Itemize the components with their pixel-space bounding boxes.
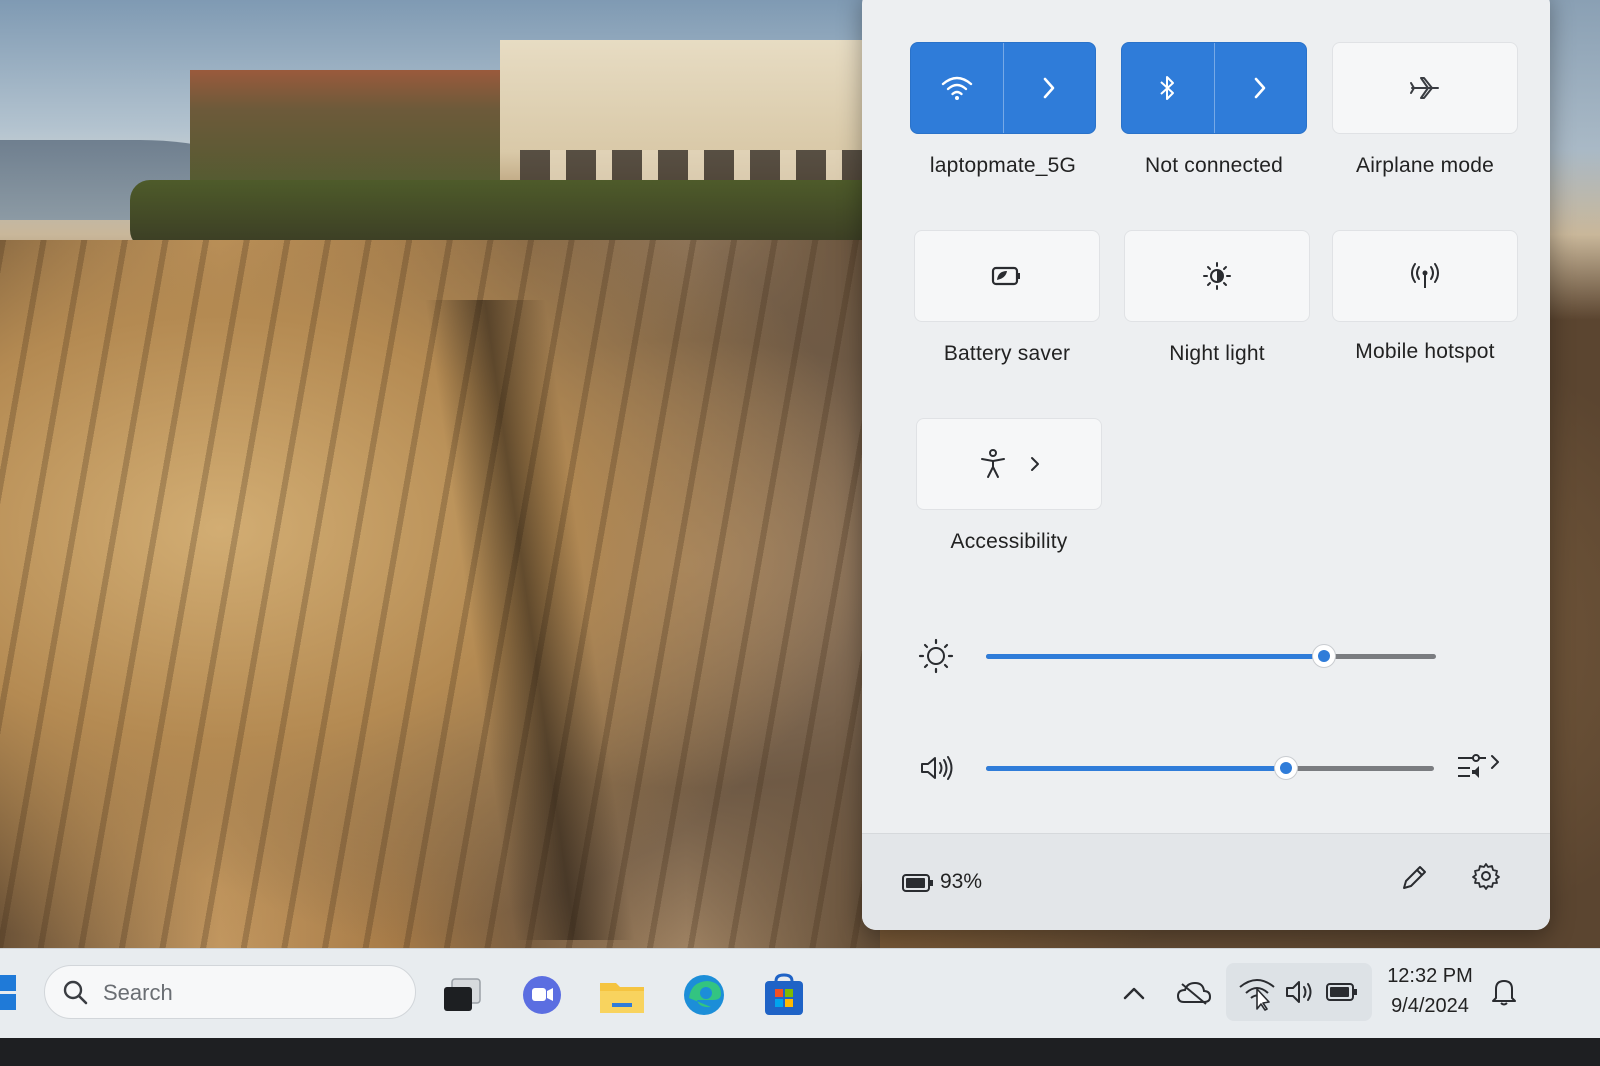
volume-slider-thumb[interactable]: [1274, 756, 1299, 780]
chevron-right-icon: [1252, 76, 1268, 100]
microsoft-store-button[interactable]: [760, 972, 808, 1022]
microsoft-store-icon: [762, 972, 806, 1022]
speaker-icon[interactable]: [916, 748, 956, 788]
quick-settings-panel: laptopmate_5G Not connected Airplane mod…: [862, 0, 1550, 930]
mobile-hotspot-icon: [1409, 261, 1441, 291]
search-icon: [61, 978, 89, 1006]
teams-chat-icon: [520, 973, 564, 1022]
volume-slider-fill: [986, 766, 1287, 771]
clock-date: 9/4/2024: [1391, 995, 1469, 1017]
file-explorer-icon: [598, 975, 646, 1020]
clock-time: 12:32 PM: [1387, 965, 1473, 987]
battery-saver-tile[interactable]: [914, 230, 1100, 322]
wifi-expand-button[interactable]: [1004, 43, 1096, 133]
brightness-icon: [916, 636, 956, 676]
bluetooth-expand-button[interactable]: [1215, 43, 1307, 133]
brightness-slider-row: [862, 636, 1550, 676]
quick-settings-footer: 93%: [862, 833, 1550, 930]
pencil-icon: [1399, 863, 1429, 898]
brightness-slider-fill: [986, 654, 1324, 659]
brightness-slider-track[interactable]: [986, 654, 1436, 659]
volume-slider-track[interactable]: [986, 766, 1434, 771]
gear-icon: [1471, 861, 1501, 896]
bluetooth-tile-label: Not connected: [1144, 154, 1284, 177]
bluetooth-toggle[interactable]: [1122, 43, 1215, 133]
volume-slider-row: [862, 748, 1550, 788]
windows-logo-icon: [0, 975, 22, 1021]
teams-chat-button[interactable]: [518, 973, 566, 1021]
battery-percentage: 93%: [940, 870, 983, 893]
wifi-toggle[interactable]: [911, 43, 1004, 133]
edge-icon: [681, 972, 727, 1023]
brightness-slider-thumb[interactable]: [1311, 644, 1336, 668]
settings-button[interactable]: [1466, 858, 1506, 898]
accessibility-icon: [977, 448, 1009, 480]
volume-mixer-icon: [1456, 750, 1504, 787]
taskbar: Search 12:32 PM 9/4/2024: [0, 948, 1600, 1039]
show-hidden-icons-button[interactable]: [1116, 977, 1152, 1013]
night-light-icon: [1202, 261, 1232, 291]
screen-bezel: [0, 1038, 1600, 1066]
taskbar-clock[interactable]: 12:32 PM 9/4/2024: [1380, 961, 1480, 1021]
battery-saver-label: Battery saver: [943, 342, 1071, 365]
night-light-label: Night light: [1169, 342, 1265, 365]
edge-browser-button[interactable]: [680, 973, 728, 1021]
chevron-right-icon: [1041, 76, 1057, 100]
onedrive-icon: [1176, 980, 1212, 1011]
task-view-button[interactable]: [438, 973, 486, 1021]
taskbar-search-box[interactable]: Search: [44, 965, 416, 1019]
airplane-icon: [1408, 73, 1442, 103]
notification-bell-icon: [1490, 976, 1518, 1011]
bluetooth-icon: [1157, 73, 1179, 103]
start-button[interactable]: [0, 967, 22, 1017]
volume-mixer-button[interactable]: [1454, 750, 1506, 786]
chevron-up-icon: [1122, 985, 1146, 1006]
accessibility-label: Accessibility: [950, 530, 1068, 553]
chevron-right-icon[interactable]: [1029, 455, 1041, 473]
bluetooth-tile[interactable]: [1121, 42, 1307, 134]
task-view-icon: [440, 975, 484, 1020]
volume-icon: [1282, 975, 1318, 1009]
wifi-icon: [1236, 973, 1278, 1013]
airplane-mode-label: Airplane mode: [1355, 154, 1494, 177]
wifi-icon: [940, 74, 974, 102]
search-placeholder: Search: [103, 980, 173, 1005]
mobile-hotspot-tile[interactable]: [1332, 230, 1518, 322]
battery-saver-icon: [989, 263, 1025, 289]
file-explorer-button[interactable]: [598, 973, 646, 1021]
airplane-mode-tile[interactable]: [1332, 42, 1518, 134]
accessibility-tile[interactable]: [916, 418, 1102, 510]
notification-center-button[interactable]: [1484, 973, 1524, 1013]
onedrive-button[interactable]: [1172, 975, 1216, 1015]
battery-icon: [1324, 977, 1360, 1007]
network-volume-battery-button[interactable]: [1226, 963, 1372, 1021]
wifi-tile-label: laptopmate_5G: [929, 154, 1077, 177]
battery-icon: [902, 872, 934, 894]
wifi-tile[interactable]: [910, 42, 1096, 134]
mobile-hotspot-label: Mobile hotspot: [1355, 340, 1495, 363]
edit-quick-settings-button[interactable]: [1394, 860, 1434, 900]
night-light-tile[interactable]: [1124, 230, 1310, 322]
